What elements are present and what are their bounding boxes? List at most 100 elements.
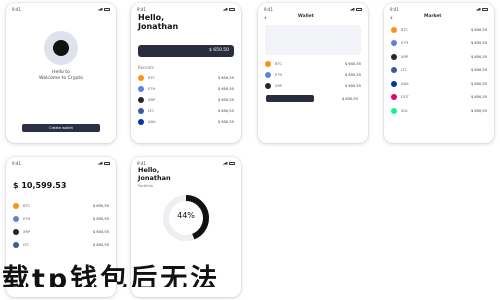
coin-value: $ 650,55 bbox=[470, 108, 487, 113]
signal-icon bbox=[349, 7, 355, 11]
coin-icon bbox=[391, 107, 397, 114]
status-bar: 9:41 bbox=[12, 6, 110, 12]
balance-card[interactable]: $ 650.50 bbox=[138, 45, 234, 57]
list-item[interactable]: LTC $ 650,55 bbox=[138, 106, 234, 115]
list-item[interactable]: ETH $ 650,55 bbox=[391, 39, 487, 48]
coin-name: XRP bbox=[148, 97, 156, 102]
coin-value: $ 650,55 bbox=[470, 95, 487, 99]
coin-icon bbox=[138, 85, 144, 92]
coin-icon bbox=[138, 107, 144, 114]
phone-screen-home: 9:41 Hello, Jonathan $ 650.50 Recents BT… bbox=[131, 3, 241, 143]
back-arrow-icon[interactable]: ‹ bbox=[390, 14, 393, 22]
list-item[interactable]: XRP $ 650,55 bbox=[265, 81, 361, 90]
page-title: Wallet bbox=[298, 14, 314, 19]
phone-screen-welcome: 9:41 Hello to Welcome to Crypto Create w… bbox=[6, 3, 116, 143]
section-title: Recents bbox=[138, 65, 154, 70]
signal-icon bbox=[222, 161, 228, 165]
coin-name: LTC bbox=[23, 242, 30, 247]
status-bar: 9:41 bbox=[137, 6, 235, 12]
list-item[interactable]: BTC $ 650,55 bbox=[265, 59, 361, 68]
signal-icon bbox=[222, 7, 228, 11]
list-item[interactable]: XRP $ 650,55 bbox=[138, 95, 234, 104]
signal-icon bbox=[97, 161, 103, 165]
coin-icon bbox=[13, 241, 19, 248]
total-balance: $ 10,599.53 bbox=[13, 181, 67, 190]
coin-value: $ 650,55 bbox=[470, 68, 487, 72]
coin-name: LTC bbox=[148, 108, 155, 113]
battery-icon bbox=[356, 7, 362, 11]
caption-text: 卸载tp钱包后无法 bbox=[0, 257, 500, 287]
coin-name: SOL bbox=[401, 108, 409, 113]
coin-value: $ 650,55 bbox=[470, 81, 487, 86]
signal-icon bbox=[97, 7, 103, 11]
coin-icon bbox=[138, 96, 144, 103]
coin-icon bbox=[138, 74, 144, 81]
section-label: Portfolio bbox=[138, 184, 153, 188]
list-item[interactable]: ETH $ 650,55 bbox=[13, 214, 109, 223]
coin-name: BTC bbox=[23, 203, 30, 208]
back-arrow-icon[interactable]: ‹ bbox=[264, 14, 267, 22]
action-bar[interactable] bbox=[266, 95, 314, 102]
wallet-card[interactable] bbox=[265, 25, 361, 55]
create-wallet-button[interactable]: Create wallet bbox=[22, 124, 100, 132]
coin-icon bbox=[391, 40, 397, 46]
coin-value: $ 650,55 bbox=[470, 27, 487, 32]
battery-icon bbox=[104, 7, 110, 11]
coin-name: ADA bbox=[148, 119, 156, 124]
coin-name: BTC bbox=[401, 27, 408, 32]
coin-value: $ 650,55 bbox=[92, 229, 109, 234]
battery-icon bbox=[229, 161, 235, 165]
coin-name: DOT bbox=[401, 95, 409, 99]
coin-value: $ 650,55 bbox=[344, 72, 361, 77]
list-item[interactable]: ADA $ 650,55 bbox=[138, 117, 234, 126]
coin-icon bbox=[391, 53, 397, 60]
coin-value: $ 650,55 bbox=[217, 97, 234, 102]
coin-value: $ 650,55 bbox=[344, 61, 361, 66]
balance-value: $ 650.50 bbox=[208, 48, 229, 53]
status-bar: 9:41 bbox=[12, 160, 110, 166]
list-item[interactable]: DOT $ 650,55 bbox=[391, 93, 487, 102]
coin-value: $ 650,55 bbox=[92, 242, 109, 247]
list-item[interactable]: BTC $ 650,55 bbox=[138, 73, 234, 82]
coin-name: ADA bbox=[401, 81, 409, 86]
list-item[interactable]: XRP $ 650,55 bbox=[13, 227, 109, 236]
coin-icon bbox=[265, 71, 271, 78]
coin-value: $ 650,55 bbox=[470, 41, 487, 45]
welcome-title: Hello to Welcome to Crypto bbox=[39, 70, 83, 81]
coin-icon bbox=[265, 60, 271, 67]
list-item[interactable]: SOL $ 650,55 bbox=[391, 106, 487, 115]
status-bar: 9:41 bbox=[264, 6, 362, 12]
coin-icon bbox=[391, 94, 397, 100]
coin-name: ETH bbox=[148, 86, 156, 91]
coin-icon bbox=[391, 67, 397, 73]
coin-value: $ 650,55 bbox=[92, 216, 109, 221]
coin-icon bbox=[391, 80, 397, 87]
coin-value: $ 650,55 bbox=[217, 75, 234, 80]
list-item[interactable]: BTC $ 650,55 bbox=[13, 201, 109, 210]
coin-value: $ 650,55 bbox=[92, 203, 109, 208]
wallet-value: $ 650,55 bbox=[341, 97, 358, 101]
coin-name: XRP bbox=[275, 83, 283, 88]
battery-icon bbox=[229, 7, 235, 11]
status-time: 9:41 bbox=[12, 6, 21, 12]
coin-name: ETH bbox=[275, 72, 283, 77]
list-item[interactable]: ETH $ 650,55 bbox=[138, 84, 234, 93]
list-item[interactable]: XRP $ 650,55 bbox=[391, 52, 487, 61]
greeting-title: Hello, Jonathan bbox=[138, 13, 179, 31]
greeting-title: Hello, Jonathan bbox=[138, 166, 171, 182]
coin-icon bbox=[13, 215, 19, 222]
coin-name: LTC bbox=[401, 68, 408, 72]
list-item[interactable]: LTC $ 650,55 bbox=[391, 66, 487, 75]
list-item[interactable]: BTC $ 650,55 bbox=[391, 25, 487, 34]
status-bar: 9:41 bbox=[390, 6, 488, 12]
list-item[interactable]: ADA $ 650,55 bbox=[391, 79, 487, 88]
coin-name: ETH bbox=[401, 41, 409, 45]
coin-value: $ 650,55 bbox=[344, 83, 361, 88]
battery-icon bbox=[482, 7, 488, 11]
list-item[interactable]: LTC $ 650,55 bbox=[13, 240, 109, 249]
caption-overlay: 卸载tp钱包后无法 bbox=[0, 264, 221, 287]
coin-name: BTC bbox=[275, 61, 282, 66]
list-item[interactable]: ETH $ 650,55 bbox=[265, 70, 361, 79]
phone-screen-market: 9:41 ‹ Market BTC $ 650,55 ETH $ 650,55 XRP $… bbox=[384, 3, 494, 143]
coin-icon bbox=[391, 26, 397, 33]
